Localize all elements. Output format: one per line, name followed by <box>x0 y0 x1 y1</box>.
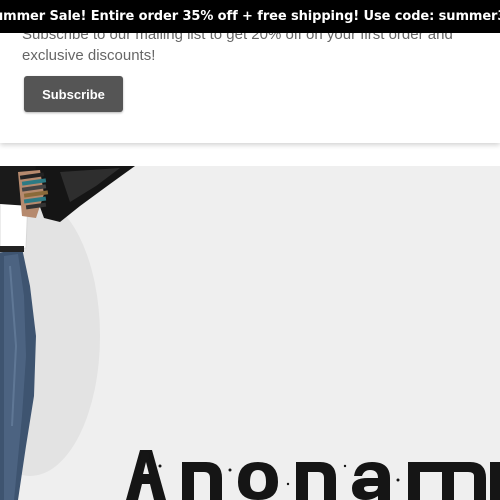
subscribe-button[interactable]: Subscribe <box>24 76 123 112</box>
promo-banner: Summer Sale! Entire order 35% off + free… <box>0 0 500 33</box>
promo-text: Summer Sale! Entire order 35% off + free… <box>0 9 500 24</box>
hero-image <box>0 166 500 500</box>
hero-banner[interactable] <box>0 166 500 500</box>
